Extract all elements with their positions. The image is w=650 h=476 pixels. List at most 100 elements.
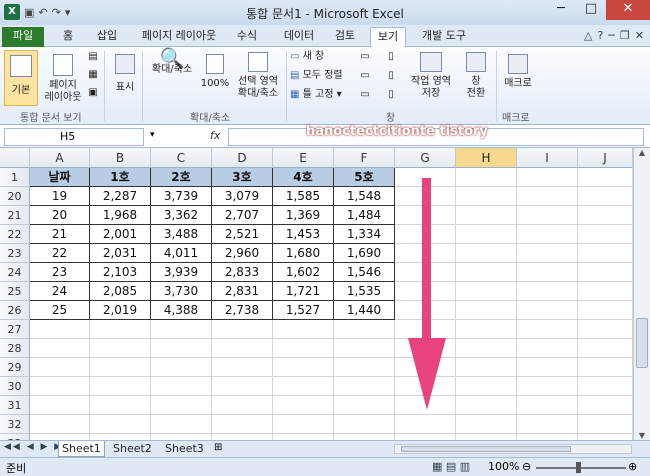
table-cell[interactable] — [517, 415, 578, 434]
table-cell[interactable]: 1,546 — [334, 263, 395, 282]
table-cell[interactable] — [30, 320, 90, 339]
column-header-a[interactable]: A — [30, 148, 90, 168]
sheet-tab-sheet2[interactable]: Sheet2 — [110, 441, 155, 457]
table-cell[interactable]: 3,362 — [151, 206, 212, 225]
table-cell[interactable] — [456, 377, 517, 396]
insert-sheet-icon[interactable]: ⊞ — [214, 442, 222, 453]
table-cell[interactable]: 1,680 — [273, 244, 334, 263]
table-cell[interactable] — [273, 358, 334, 377]
name-box[interactable]: H5 — [4, 128, 144, 146]
table-cell[interactable]: 2,103 — [90, 263, 151, 282]
table-cell[interactable]: 1,453 — [273, 225, 334, 244]
table-cell[interactable] — [30, 396, 90, 415]
arrange-all-button[interactable]: ▤ 모두 정렬 — [290, 70, 354, 82]
table-cell[interactable] — [578, 358, 633, 377]
table-cell[interactable]: 3,739 — [151, 187, 212, 206]
table-cell[interactable] — [212, 320, 273, 339]
table-cell[interactable] — [212, 358, 273, 377]
table-cell[interactable] — [456, 244, 517, 263]
table-cell[interactable]: 3,079 — [212, 187, 273, 206]
doc-minimize-icon[interactable]: ─ — [608, 29, 615, 42]
table-cell[interactable]: 4,388 — [151, 301, 212, 320]
full-screen-icon[interactable]: ▣ — [86, 87, 100, 99]
tab-home[interactable]: 홈 — [56, 27, 80, 47]
zoom-level[interactable]: 100% — [488, 460, 519, 473]
table-cell[interactable] — [517, 225, 578, 244]
minimize-button[interactable]: ─ — [546, 0, 576, 20]
sheet-tab-sheet3[interactable]: Sheet3 — [162, 441, 207, 457]
column-header-e[interactable]: E — [273, 148, 334, 168]
reset-window-icon[interactable]: ▯ — [384, 89, 398, 101]
table-cell[interactable]: 1,535 — [334, 282, 395, 301]
table-cell[interactable]: 2,831 — [212, 282, 273, 301]
horizontal-scroll-thumb[interactable] — [401, 446, 571, 452]
row-header[interactable]: 28 — [0, 339, 30, 358]
help-icon[interactable]: ? — [597, 29, 603, 42]
table-cell[interactable] — [578, 282, 633, 301]
table-cell[interactable] — [517, 187, 578, 206]
table-cell[interactable] — [30, 358, 90, 377]
table-cell[interactable]: 2,287 — [90, 187, 151, 206]
column-header-b[interactable]: B — [90, 148, 151, 168]
table-cell[interactable] — [578, 320, 633, 339]
header-cell[interactable]: 4호 — [273, 168, 334, 187]
sheet-tab-sheet1[interactable]: Sheet1 — [58, 441, 105, 457]
table-cell[interactable]: 3,939 — [151, 263, 212, 282]
table-cell[interactable]: 1,968 — [90, 206, 151, 225]
table-cell[interactable] — [151, 358, 212, 377]
table-cell[interactable]: 1,548 — [334, 187, 395, 206]
doc-close-icon[interactable]: ✕ — [635, 29, 644, 42]
table-cell[interactable] — [578, 187, 633, 206]
zoom-100-button[interactable]: 100% — [200, 50, 230, 106]
table-cell[interactable]: 20 — [30, 206, 90, 225]
table-cell[interactable] — [334, 339, 395, 358]
table-cell[interactable] — [456, 206, 517, 225]
table-cell[interactable]: 1,690 — [334, 244, 395, 263]
row-header[interactable]: 20 — [0, 187, 30, 206]
table-cell[interactable] — [334, 396, 395, 415]
freeze-panes-button[interactable]: ▦ 틀 고정 ▾ — [290, 89, 358, 101]
tab-insert[interactable]: 삽입 — [92, 27, 122, 47]
table-cell[interactable] — [517, 301, 578, 320]
header-cell[interactable] — [517, 168, 578, 187]
zoom-slider-thumb[interactable] — [576, 462, 581, 473]
table-cell[interactable] — [151, 339, 212, 358]
scroll-down-icon[interactable]: ▼ — [634, 431, 650, 440]
row-header[interactable]: 21 — [0, 206, 30, 225]
table-cell[interactable]: 24 — [30, 282, 90, 301]
row-header[interactable]: 27 — [0, 320, 30, 339]
table-cell[interactable]: 1,369 — [273, 206, 334, 225]
page-break-icon[interactable]: ▤ — [86, 51, 100, 63]
maximize-button[interactable]: □ — [576, 0, 606, 20]
zoom-in-icon[interactable]: ⊕ — [628, 460, 637, 473]
table-cell[interactable] — [30, 339, 90, 358]
zoom-slider[interactable] — [536, 467, 626, 469]
table-cell[interactable] — [212, 339, 273, 358]
row-header[interactable]: 30 — [0, 377, 30, 396]
row-header[interactable]: 24 — [0, 263, 30, 282]
zoom-out-icon[interactable]: ⊖ — [522, 460, 531, 473]
table-cell[interactable] — [273, 415, 334, 434]
table-cell[interactable]: 3,730 — [151, 282, 212, 301]
table-cell[interactable]: 2,833 — [212, 263, 273, 282]
switch-windows-button[interactable]: 창 전환 — [460, 50, 492, 106]
header-cell[interactable] — [456, 168, 517, 187]
table-cell[interactable]: 19 — [30, 187, 90, 206]
table-cell[interactable] — [456, 358, 517, 377]
vertical-scroll-thumb[interactable] — [636, 318, 648, 368]
table-cell[interactable]: 1,440 — [334, 301, 395, 320]
table-cell[interactable]: 1,721 — [273, 282, 334, 301]
tab-view[interactable]: 보기 — [370, 27, 406, 47]
table-cell[interactable] — [151, 396, 212, 415]
table-cell[interactable]: 2,707 — [212, 206, 273, 225]
scroll-up-icon[interactable]: ▲ — [634, 148, 650, 157]
table-cell[interactable]: 1,484 — [334, 206, 395, 225]
table-cell[interactable] — [456, 282, 517, 301]
tab-file[interactable]: 파일 — [2, 27, 44, 47]
table-cell[interactable]: 2,031 — [90, 244, 151, 263]
table-cell[interactable] — [90, 415, 151, 434]
table-cell[interactable] — [578, 301, 633, 320]
table-cell[interactable] — [212, 377, 273, 396]
header-cell[interactable]: 2호 — [151, 168, 212, 187]
table-cell[interactable] — [151, 377, 212, 396]
